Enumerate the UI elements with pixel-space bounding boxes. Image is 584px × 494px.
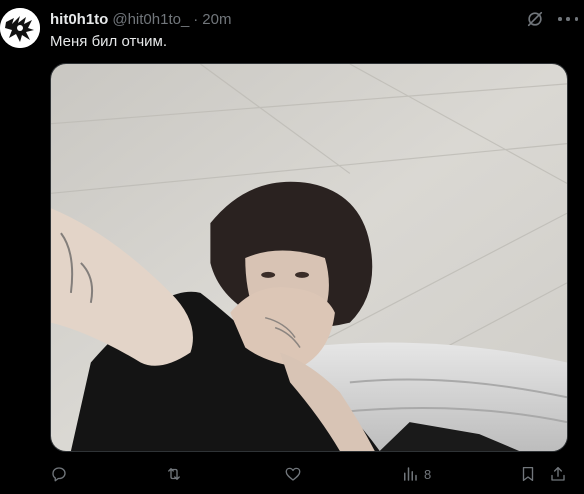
more-dot-icon bbox=[566, 17, 570, 21]
more-options-button[interactable] bbox=[558, 10, 578, 28]
avatar-image bbox=[0, 8, 40, 48]
grok-icon bbox=[527, 11, 543, 27]
like-button[interactable] bbox=[284, 463, 302, 485]
bookmark-icon bbox=[522, 466, 534, 482]
photo-image bbox=[51, 64, 567, 451]
grok-button[interactable] bbox=[526, 10, 544, 28]
more-dot-icon bbox=[574, 17, 578, 21]
retweet-button[interactable] bbox=[165, 463, 183, 485]
tweet-text: Меня бил отчим. bbox=[50, 33, 168, 50]
avatar[interactable] bbox=[0, 8, 40, 48]
share-icon bbox=[551, 466, 565, 481]
reply-button[interactable] bbox=[50, 463, 68, 485]
heart-icon bbox=[285, 467, 301, 481]
more-dot-icon bbox=[558, 17, 562, 21]
share-button[interactable] bbox=[549, 463, 567, 485]
separator-dot: · bbox=[193, 10, 199, 28]
views-icon bbox=[404, 467, 417, 481]
views-button[interactable]: 8 bbox=[401, 463, 431, 485]
tweet-media-photo[interactable] bbox=[50, 63, 568, 452]
tweet-header: hit0h1to @hit0h1to_ · 20m bbox=[50, 9, 568, 29]
display-name[interactable]: hit0h1to bbox=[50, 11, 108, 28]
bookmark-button[interactable] bbox=[519, 463, 537, 485]
timestamp[interactable]: 20m bbox=[202, 11, 231, 28]
retweet-icon bbox=[168, 468, 180, 480]
user-handle[interactable]: @hit0h1to_ bbox=[112, 11, 189, 28]
views-count: 8 bbox=[424, 466, 432, 482]
reply-icon bbox=[52, 467, 66, 482]
tweet-actions: 8 bbox=[50, 463, 570, 485]
